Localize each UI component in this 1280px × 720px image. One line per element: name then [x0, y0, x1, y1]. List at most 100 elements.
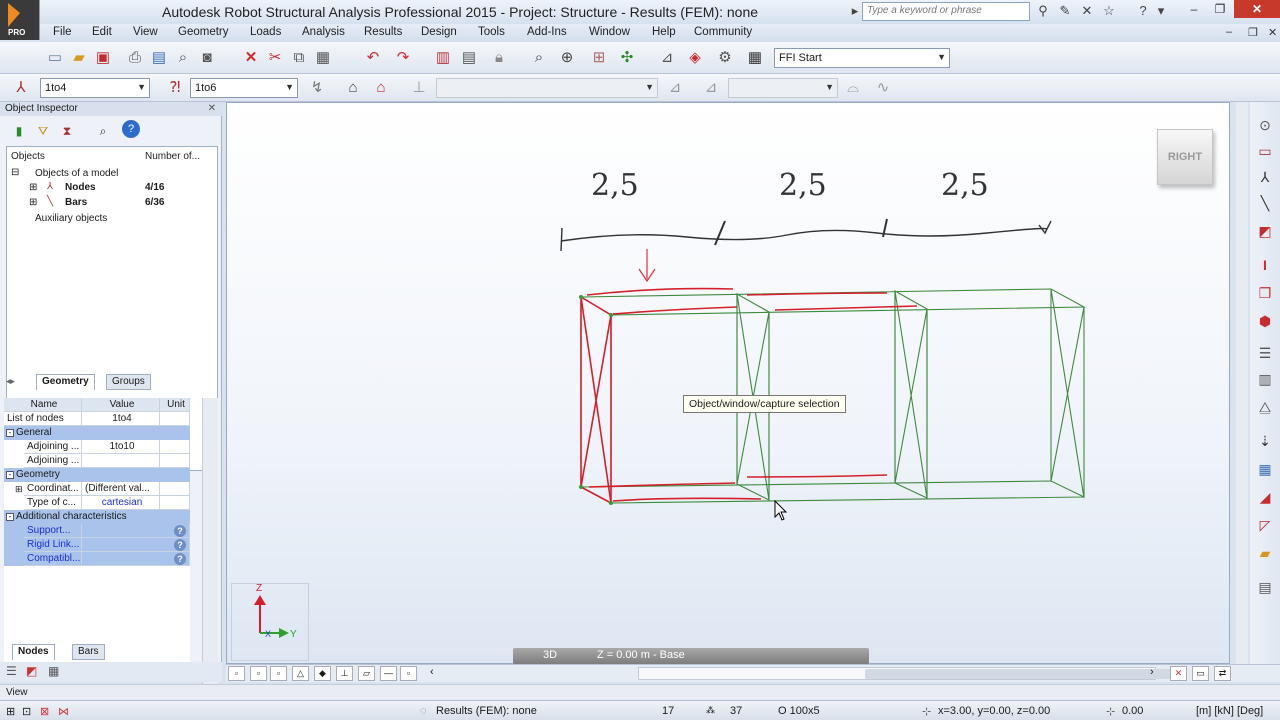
deformation-icon[interactable]: ⌓: [842, 77, 864, 99]
snap-icon[interactable]: ⊡: [22, 705, 31, 718]
tab-groups[interactable]: Groups: [106, 374, 151, 390]
menu-tools[interactable]: Tools: [478, 26, 505, 38]
zoom-icon[interactable]: ⌕: [528, 47, 550, 69]
copy-icon[interactable]: ⧉: [288, 47, 310, 69]
close-icon[interactable]: ✕: [208, 102, 216, 116]
lock-icon[interactable]: 🔒︎: [488, 47, 510, 69]
property-row-support[interactable]: Support... ?: [4, 524, 190, 538]
work-plane[interactable]: Z = 0.00 m - Base: [597, 649, 685, 661]
menu-community[interactable]: Community: [694, 26, 752, 38]
select-special-icon[interactable]: ↯: [306, 77, 328, 99]
menu-geometry[interactable]: Geometry: [178, 26, 229, 38]
view-option-icon[interactable]: ▭: [1192, 666, 1209, 681]
property-value[interactable]: 1to4: [82, 412, 160, 426]
zoom-all-icon[interactable]: ⊞: [588, 47, 610, 69]
bar-sections-icon[interactable]: I: [1254, 254, 1276, 276]
mdi-close-icon[interactable]: ✕: [1268, 26, 1277, 39]
property-row-adjoining-bars[interactable]: Adjoining ... 1to10: [4, 440, 190, 454]
bars-icon[interactable]: ⋈: [58, 705, 69, 718]
scroll-right-icon[interactable]: ›: [1150, 666, 1154, 678]
layout-icon[interactable]: ▦: [744, 47, 766, 69]
screen-capture-icon[interactable]: ◙: [196, 47, 218, 69]
node-selection-select[interactable]: 1to4 ▼: [40, 78, 150, 98]
case-next-icon[interactable]: ⊿: [700, 77, 722, 99]
list-icon[interactable]: ☰: [6, 664, 17, 678]
load-table-icon[interactable]: ▦: [1254, 458, 1276, 480]
menu-window[interactable]: Window: [589, 26, 630, 38]
menu-analysis[interactable]: Analysis: [302, 26, 345, 38]
help-icon[interactable]: ?: [174, 539, 186, 551]
filter-icon[interactable]: ▮: [8, 120, 30, 142]
help-icon[interactable]: ?: [174, 525, 186, 537]
property-value[interactable]: ?: [82, 538, 190, 552]
new-file-icon[interactable]: ▭: [44, 47, 66, 69]
paste-icon[interactable]: ▦: [312, 47, 334, 69]
cables-icon[interactable]: ☰: [1254, 342, 1276, 364]
load-types-icon[interactable]: ◢: [1254, 486, 1276, 508]
view-option-icon[interactable]: ✕: [1170, 666, 1187, 681]
case-icon[interactable]: ⊥: [408, 77, 430, 99]
help-icon[interactable]: ?: [1134, 3, 1152, 19]
print-composition-icon[interactable]: ▤: [148, 47, 170, 69]
expand-icon[interactable]: ⊞: [12, 482, 24, 496]
load-case-select[interactable]: ▼: [436, 78, 658, 98]
redo-icon[interactable]: ↷: [392, 47, 414, 69]
minimize-button[interactable]: –: [1180, 0, 1208, 18]
help-icon[interactable]: ?: [122, 120, 140, 138]
tree-root[interactable]: Objects of a model: [35, 168, 118, 179]
node-tool-icon[interactable]: ⅄: [1254, 166, 1276, 188]
mdi-minimize-icon[interactable]: –: [1226, 26, 1232, 38]
horizontal-scrollbar[interactable]: [638, 667, 1171, 680]
supports-tool-icon[interactable]: ◩: [1254, 220, 1276, 242]
brace-icon[interactable]: ▥: [1254, 368, 1276, 390]
property-value[interactable]: cartesian: [82, 496, 160, 510]
structure-icon[interactable]: ⊠: [40, 705, 49, 718]
collapse-icon[interactable]: -: [6, 471, 14, 479]
funnel-icon[interactable]: ⛛: [32, 120, 54, 142]
bar-list-icon[interactable]: ◩: [26, 664, 37, 678]
app-logo[interactable]: PRO: [0, 0, 40, 40]
property-value[interactable]: 1to10: [82, 440, 160, 454]
combinations-icon[interactable]: ◸: [1254, 514, 1276, 536]
menu-loads[interactable]: Loads: [250, 26, 281, 38]
view-tool-icon[interactable]: —: [380, 666, 397, 681]
sections-tool-icon[interactable]: ▭: [1254, 140, 1276, 162]
preferences-icon[interactable]: ⚙: [714, 47, 736, 69]
menu-design[interactable]: Design: [421, 26, 457, 38]
offsets-icon[interactable]: ⧋: [1254, 396, 1276, 418]
measure-icon[interactable]: ⊿: [656, 47, 678, 69]
property-value[interactable]: ?: [82, 552, 190, 566]
view-tool-icon[interactable]: ⊥: [336, 666, 353, 681]
view-tool-icon[interactable]: △: [292, 666, 309, 681]
tab-scroll-icon[interactable]: ◂▸: [6, 376, 15, 387]
units-display[interactable]: [m] [kN] [Deg]: [1196, 705, 1263, 717]
binoculars-icon[interactable]: ⚲: [1034, 3, 1052, 19]
favorites-icon[interactable]: ☆: [1100, 3, 1118, 19]
view-tool-icon[interactable]: ▫: [250, 666, 267, 681]
structure-model-icon[interactable]: ▤: [1254, 576, 1276, 598]
animation-icon[interactable]: ∿: [872, 77, 894, 99]
view-tool-icon[interactable]: ▱: [358, 666, 375, 681]
property-row-rigid-links[interactable]: Rigid Link... ?: [4, 538, 190, 552]
find-icon[interactable]: ⌕: [92, 120, 114, 142]
zoom-window-icon[interactable]: ⊕: [556, 47, 578, 69]
cut-icon[interactable]: ✂: [264, 47, 286, 69]
property-row-list-of-nodes[interactable]: List of nodes 1to4: [4, 412, 190, 426]
open-file-icon[interactable]: ▰: [68, 47, 90, 69]
collapse-icon[interactable]: ⊟: [11, 167, 19, 178]
previous-selection-icon[interactable]: ⌂: [342, 77, 364, 99]
panels-icon[interactable]: ▰: [1254, 542, 1276, 564]
property-row-type-of-coordinates[interactable]: Type of c... cartesian: [4, 496, 190, 510]
nodes-tool-icon[interactable]: ⊙: [1254, 114, 1276, 136]
search-input[interactable]: Type a keyword or phrase: [862, 2, 1030, 21]
bar-tool-icon[interactable]: ╲: [1254, 192, 1276, 214]
pan-icon[interactable]: ✣: [616, 47, 638, 69]
undo-icon[interactable]: ↶: [362, 47, 384, 69]
mode-select[interactable]: ▼: [728, 78, 838, 98]
view-tool-icon[interactable]: ◆: [314, 666, 331, 681]
group-additional[interactable]: - Additional characteristics: [4, 510, 190, 524]
view-option-icon[interactable]: ⇄: [1214, 666, 1231, 681]
tables-icon[interactable]: ▤: [458, 47, 480, 69]
expand-icon[interactable]: ⊞: [29, 182, 37, 193]
loads-icon[interactable]: ⇣: [1254, 430, 1276, 452]
